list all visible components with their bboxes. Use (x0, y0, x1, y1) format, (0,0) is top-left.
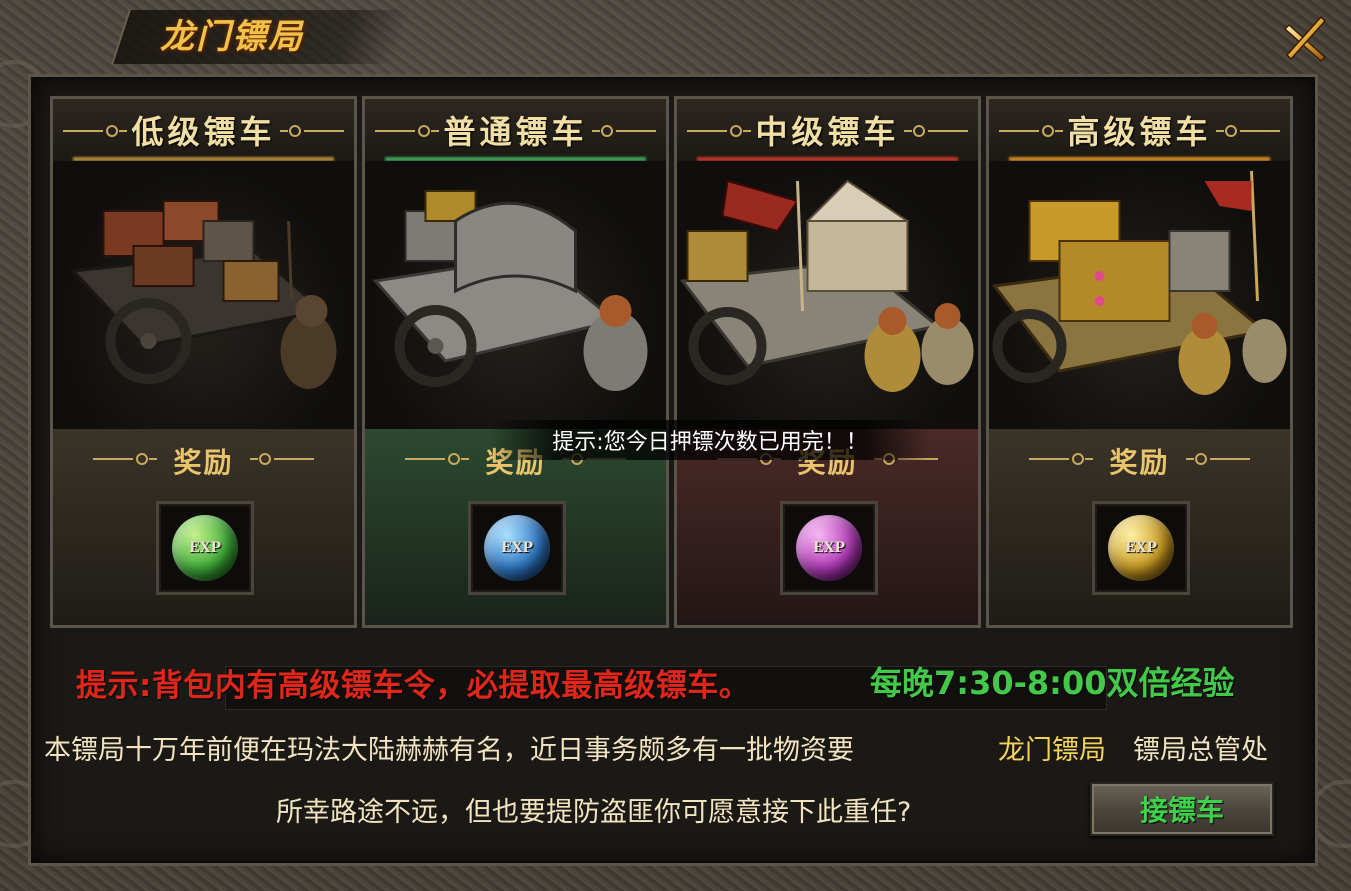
medium-cart-icon (679, 179, 974, 392)
npc-dialog-line2: 所幸路途不远，但也要提防盗匪你可愿意接下此重任? (276, 797, 912, 828)
reward-slot[interactable]: EXP (468, 501, 566, 595)
accept-cart-button[interactable]: 接镖车 (1090, 782, 1274, 836)
npc-dialog-line1: 本镖局十万年前便在玛法大陆赫赫有名，近日事务颇多有一批物资要 (44, 735, 854, 766)
ornament-icon (904, 125, 968, 137)
cart-card-medium[interactable]: 中级镖车 奖励 EXP (674, 96, 981, 628)
reward-slot[interactable]: EXP (156, 501, 254, 595)
card-header: 中级镖车 (677, 99, 978, 161)
reward-section: 奖励 EXP (53, 429, 354, 625)
exp-orb-green-icon: EXP (172, 515, 238, 581)
ornament-icon (250, 453, 314, 465)
window-frame: 龙门镖局 低级镖车 奖励 EXP 普通镖车 奖励 EXP 中级镖车 奖励 EXP… (0, 0, 1351, 891)
cart-card-high[interactable]: 高级镖车 奖励 EXP (986, 96, 1293, 628)
exp-orb-gold-icon: EXP (1108, 515, 1174, 581)
card-header: 高级镖车 (989, 99, 1290, 161)
cart-image (53, 161, 354, 429)
toast-message: 提示:您今日押镖次数已用完！！ (490, 420, 930, 460)
cart-card-list: 低级镖车 奖励 EXP 普通镖车 奖励 EXP 中级镖车 奖励 EXP 高级镖车… (50, 96, 1294, 628)
cart-image (989, 161, 1290, 429)
exp-orb-purple-icon: EXP (796, 515, 862, 581)
reward-slot[interactable]: EXP (780, 501, 878, 595)
normal-cart-icon (372, 190, 648, 391)
close-icon (1283, 15, 1327, 63)
npc-role: 镖局总管处 (1133, 735, 1268, 766)
ornament-icon (1216, 125, 1280, 137)
cart-card-low[interactable]: 低级镖车 奖励 EXP (50, 96, 357, 628)
low-cart-icon (70, 200, 337, 389)
backpack-hint: 提示:背包内有高级镖车令，必提取最高级镖车。 (76, 668, 751, 704)
close-button[interactable] (1280, 14, 1334, 68)
ornament-icon (1186, 453, 1250, 465)
window-title: 龙门镖局 (160, 17, 304, 57)
card-header: 普通镖车 (365, 99, 666, 161)
ornament-icon (280, 125, 344, 137)
reward-slot[interactable]: EXP (1092, 501, 1190, 595)
high-cart-icon (991, 170, 1287, 395)
cart-card-normal[interactable]: 普通镖车 奖励 EXP (362, 96, 669, 628)
double-exp-hint: 每晚7:30-8:00双倍经验 (870, 664, 1235, 702)
npc-name: 龙门镖局 (998, 735, 1106, 766)
cart-image (365, 161, 666, 429)
ornament-icon (592, 125, 656, 137)
reward-section: 奖励 EXP (989, 429, 1290, 625)
cart-image (677, 161, 978, 429)
card-header: 低级镖车 (53, 99, 354, 161)
exp-orb-blue-icon: EXP (484, 515, 550, 581)
